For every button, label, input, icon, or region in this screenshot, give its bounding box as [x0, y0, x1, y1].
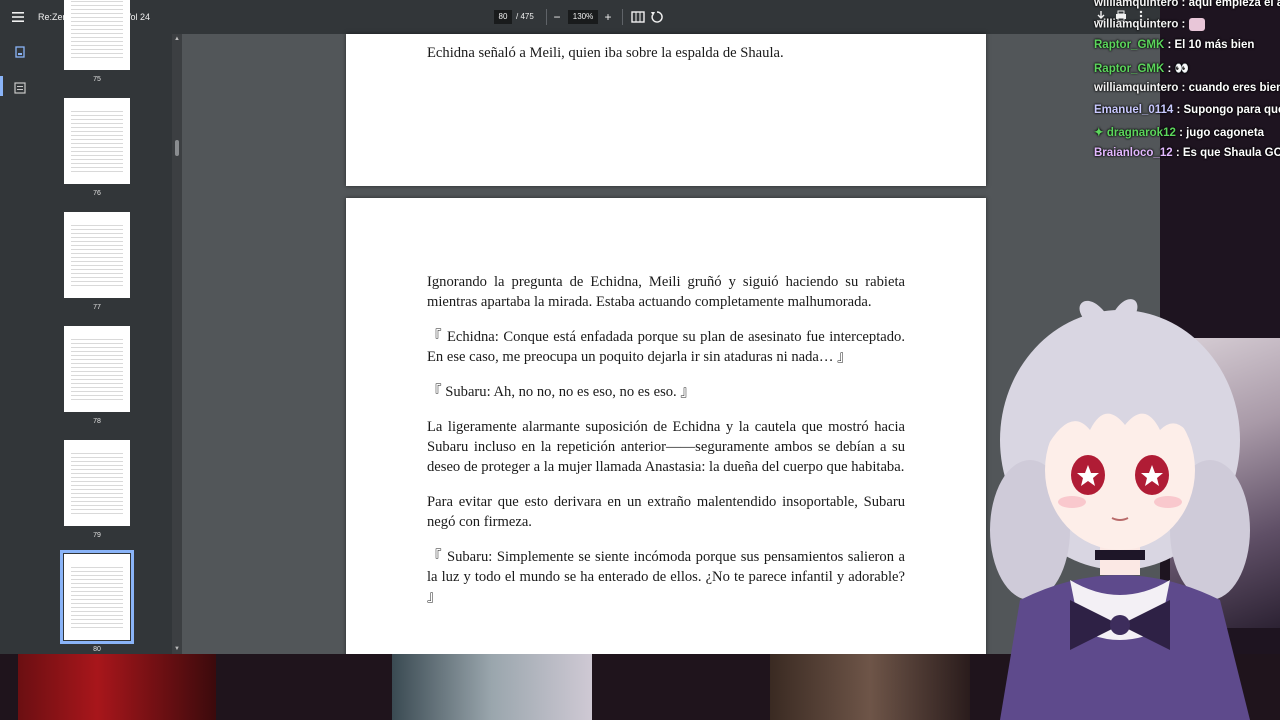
banner-artwork [392, 654, 592, 720]
emote-icon [1188, 18, 1205, 31]
thumbnail-page-80[interactable] [60, 550, 134, 644]
fit-page-icon[interactable] [630, 9, 646, 25]
scrollbar-handle[interactable] [175, 140, 179, 156]
chat-message: Raptor_GMK : El 10 más bien [1094, 39, 1254, 51]
chat-overlay: williamquintero : aqui empieza el a will… [1088, 0, 1280, 170]
zoom-level-input[interactable]: 130% [568, 10, 598, 24]
thumbnail-page-76[interactable] [64, 98, 130, 184]
pdf-toolbar: Re:Zero [WN Color] - Vol 24 / 475 − 130%… [0, 0, 1160, 34]
active-indicator [0, 76, 3, 96]
thumbnail-label: 79 [93, 532, 101, 539]
page-text: Echidna señaló a Meili, quien iba sobre … [427, 45, 784, 61]
rotate-icon[interactable] [649, 9, 665, 25]
chat-username: Raptor_GMK [1094, 63, 1165, 75]
paragraph: 『 Echidna: Conque está enfadada porque s… [427, 329, 905, 365]
chat-text: : [1178, 18, 1189, 31]
paragraph: Ignorando la pregunta de Echidna, Meili … [427, 274, 905, 310]
toolbar-divider [622, 9, 623, 25]
thumbnail-label: 80 [93, 646, 101, 653]
thumbnail-label: 75 [93, 76, 101, 83]
thumbnail-page-79[interactable] [64, 440, 130, 526]
chat-message: williamquintero : aqui empieza el a [1094, 0, 1280, 9]
sidebar-rail [0, 34, 40, 654]
paragraph: Para evitar que esto derivara en un extr… [427, 494, 905, 530]
chat-text: : Supongo para que [1173, 104, 1280, 116]
thumbnail-page-75[interactable] [64, 0, 130, 70]
chat-username: williamquintero [1094, 82, 1179, 94]
chat-message: Raptor_GMK : 👀 [1094, 61, 1189, 75]
page-number-input[interactable] [494, 10, 512, 24]
chat-username: dragnarok12 [1106, 127, 1176, 139]
thumbnail-scrollbar[interactable] [172, 34, 182, 654]
menu-icon[interactable] [10, 9, 26, 25]
chat-text: : jugo cagoneta [1175, 127, 1265, 139]
toolbar-divider [546, 9, 547, 25]
chat-message: williamquintero : [1094, 18, 1205, 31]
zoom-in-button[interactable]: + [600, 9, 616, 25]
pdf-page-79: Echidna señaló a Meili, quien iba sobre … [346, 34, 986, 186]
chat-text: : aqui empieza el a [1178, 0, 1280, 9]
vtuber-avatar [990, 299, 1250, 720]
chat-username: Raptor_GMK [1094, 39, 1165, 51]
chat-message: Braianloco_12 : Es que Shaula GOI [1094, 147, 1280, 159]
thumbnail-label: 76 [93, 190, 101, 197]
banner-artwork [18, 654, 216, 720]
paragraph: 『 Subaru: Simplemente se siente incómoda… [427, 549, 905, 605]
paragraph: 『 Subaru: Ah, no no, no es eso, no es es… [427, 384, 695, 400]
scroll-down-icon[interactable]: ▼ [172, 644, 182, 654]
eyes-emoji-icon: 👀 [1174, 63, 1189, 75]
thumbnails-icon[interactable] [12, 44, 28, 60]
chat-text: : cuando eres bien [1178, 82, 1280, 94]
chat-username: williamquintero [1094, 18, 1179, 31]
chat-message: ✦ dragnarok12 : jugo cagoneta [1094, 125, 1264, 139]
stream-screen: Re:Zero [WN Color] - Vol 24 / 475 − 130%… [0, 0, 1280, 720]
zoom-out-button[interactable]: − [549, 9, 565, 25]
paragraph: La ligeramente alarmante suposición de E… [427, 419, 905, 475]
scroll-up-icon[interactable]: ▲ [172, 34, 182, 44]
chat-message: Emanuel_0114 : Supongo para que [1094, 104, 1280, 116]
chat-username: williamquintero [1094, 0, 1179, 9]
thumbnail-page-77[interactable] [64, 212, 130, 298]
chat-text: : El 10 más bien [1164, 39, 1255, 51]
thumbnail-panel: 75 76 77 78 79 80 [40, 0, 182, 654]
thumbnail-page-78[interactable] [64, 326, 130, 412]
chat-text: : Es que Shaula GOI [1172, 147, 1280, 159]
page-body: Ignorando la pregunta de Echidna, Meili … [427, 272, 905, 622]
thumbnail-label: 78 [93, 418, 101, 425]
pdf-page-80: Ignorando la pregunta de Echidna, Meili … [346, 198, 986, 654]
banner-artwork [770, 654, 970, 720]
chat-text: : [1164, 63, 1175, 75]
chat-username: Braianloco_12 [1094, 147, 1173, 159]
thumbnail-label: 77 [93, 304, 101, 311]
badge-icon: ✦ [1094, 127, 1107, 139]
chat-message: williamquintero : cuando eres bien [1094, 82, 1280, 94]
chat-username: Emanuel_0114 [1094, 104, 1174, 116]
outline-icon[interactable] [12, 80, 28, 96]
page-total: / 475 [516, 12, 534, 21]
